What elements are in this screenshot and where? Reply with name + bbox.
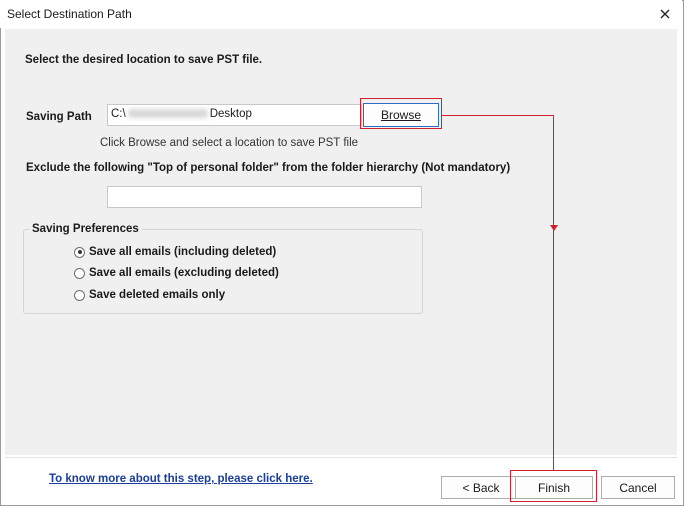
radio-label: Save deleted emails only — [89, 289, 226, 301]
saving-preferences-title: Saving Preferences — [29, 223, 142, 235]
radio-label: Save all emails (including deleted) — [89, 246, 277, 258]
radio-label: Save all emails (excluding deleted) — [89, 267, 279, 279]
close-icon — [660, 9, 670, 19]
close-button[interactable] — [654, 4, 676, 24]
radio-save-all-excluding-deleted[interactable]: Save all emails (excluding deleted) — [74, 265, 279, 281]
radio-save-deleted-only[interactable]: Save deleted emails only — [74, 287, 225, 303]
back-button-label: Back — [472, 480, 500, 495]
annotation-line — [442, 115, 554, 116]
back-button[interactable]: < Back — [441, 476, 521, 499]
radio-button[interactable] — [74, 289, 85, 301]
arrow-down-icon — [550, 225, 558, 231]
radio-button-selected[interactable] — [74, 246, 85, 258]
help-link[interactable]: To know more about this step, please cli… — [49, 473, 313, 485]
saving-path-suffix: Desktop — [209, 108, 252, 120]
footer-divider — [5, 457, 677, 458]
saving-path-prefix: C:\ — [111, 108, 126, 120]
cancel-button-label: Cancel — [619, 480, 657, 495]
saving-path-input[interactable]: C:\ Desktop — [107, 104, 362, 126]
saving-path-hint: Click Browse and select a location to sa… — [100, 137, 359, 149]
blurred-username — [127, 109, 208, 119]
finish-highlight-box — [510, 470, 597, 502]
browse-button[interactable]: Browse — [363, 103, 439, 127]
saving-path-label: Saving Path — [26, 111, 92, 123]
window-title: Select Destination Path — [7, 7, 132, 21]
title-bar: Select Destination Path — [0, 0, 682, 28]
radio-save-all-including-deleted[interactable]: Save all emails (including deleted) — [74, 244, 276, 260]
page-heading: Select the desired location to save PST … — [25, 54, 263, 66]
browse-button-label: Browse — [380, 108, 421, 122]
radio-button[interactable] — [74, 267, 85, 279]
exclude-folder-input[interactable] — [107, 186, 422, 208]
exclude-folder-label: Exclude the following "Top of personal f… — [26, 162, 511, 174]
cancel-button[interactable]: Cancel — [601, 476, 675, 499]
annotation-line — [553, 115, 554, 471]
back-lt: < — [462, 480, 473, 495]
